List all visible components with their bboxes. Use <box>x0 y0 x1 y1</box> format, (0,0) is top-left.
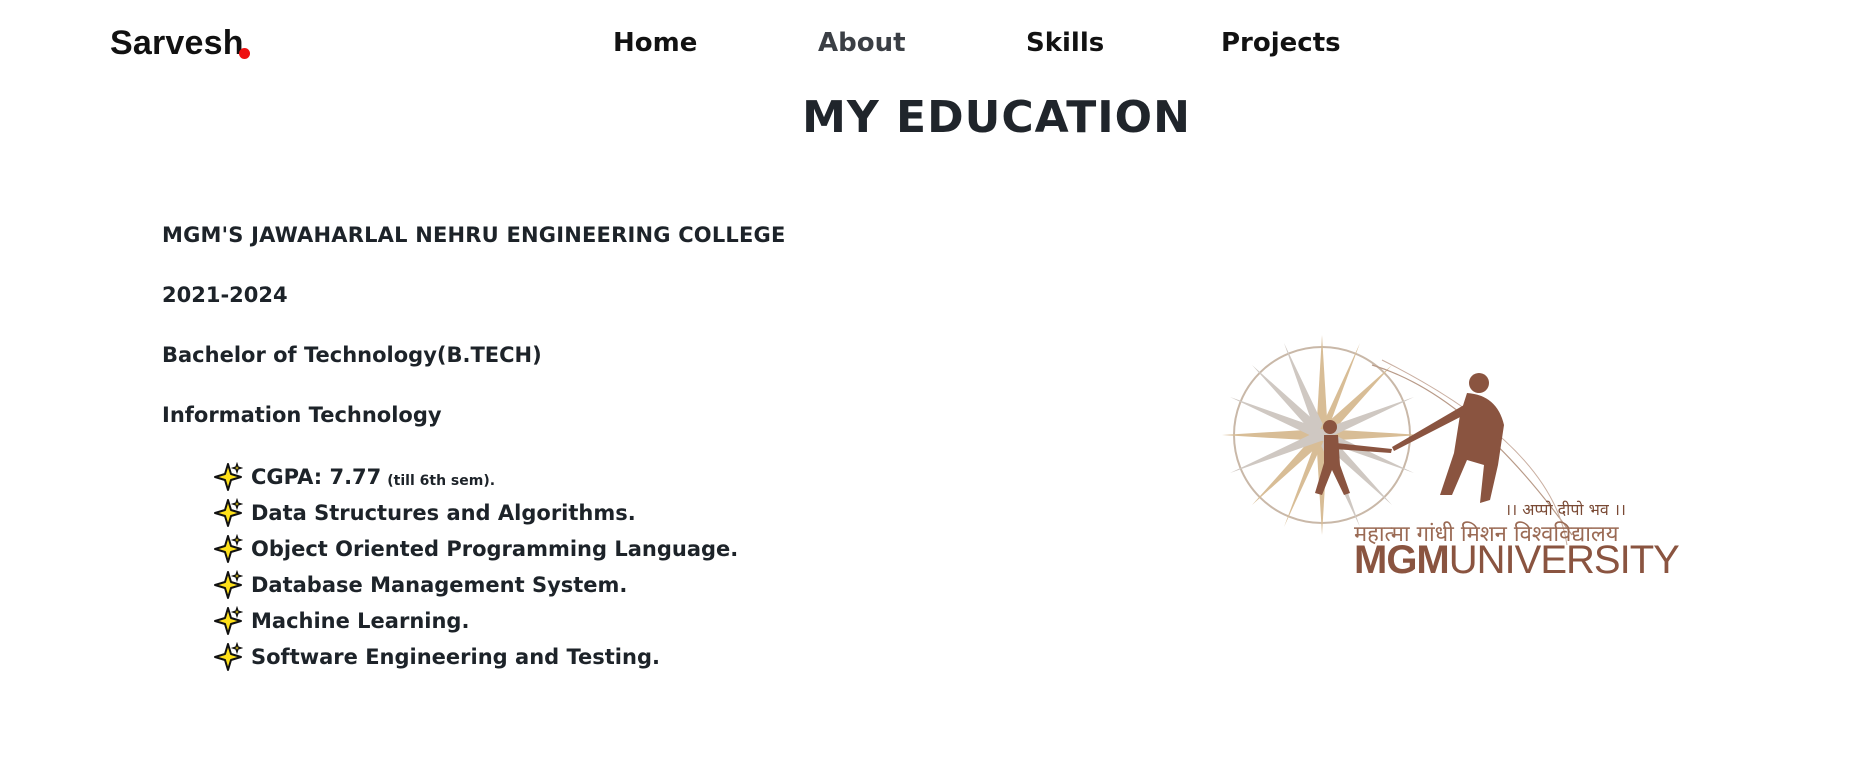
subject-label: Machine Learning. <box>251 609 470 633</box>
brand-logo[interactable]: Sarvesh <box>110 24 244 63</box>
list-item: Data Structures and Algorithms. <box>213 495 738 531</box>
section-title: My Education <box>802 92 1191 143</box>
degree-name: Bachelor of Technology(B.TECH) <box>162 343 542 367</box>
education-details: MGM'S JAWAHARLAL NEHRU ENGINEERING COLLE… <box>162 222 786 462</box>
college-name: MGM'S JAWAHARLAL NEHRU ENGINEERING COLLE… <box>162 223 786 247</box>
subject-label: Database Management System. <box>251 573 628 597</box>
sparkle-icon <box>214 642 243 671</box>
education-years: 2021-2024 <box>162 283 288 307</box>
navbar: Sarvesh Home About Skills Projects <box>0 0 1873 90</box>
list-item: Machine Learning. <box>213 603 738 639</box>
cgpa-note: (till 6th sem). <box>387 473 496 489</box>
nav-link-projects[interactable]: Projects <box>1221 28 1341 58</box>
subject-list: CGPA: 7.77 (till 6th sem). Data Structur… <box>213 459 738 675</box>
sparkle-icon <box>214 606 243 635</box>
logo-wordmark: MGMUNIVERSITY <box>1354 538 1680 583</box>
branch-name: Information Technology <box>162 403 442 427</box>
sparkle-icon <box>214 534 243 563</box>
sparkle-icon <box>214 498 243 527</box>
list-item-cgpa: CGPA: 7.77 (till 6th sem). <box>213 459 738 495</box>
walking-figure-icon <box>1392 373 1504 503</box>
subject-label: Data Structures and Algorithms. <box>251 501 636 525</box>
brand-dot-icon <box>239 48 250 59</box>
list-item: Object Oriented Programming Language. <box>213 531 738 567</box>
logo-word-bold: MGM <box>1354 538 1450 582</box>
sparkle-icon <box>214 570 243 599</box>
subject-label: Object Oriented Programming Language. <box>251 537 739 561</box>
nav-link-about[interactable]: About <box>818 28 906 58</box>
list-item: Database Management System. <box>213 567 738 603</box>
list-item: Software Engineering and Testing. <box>213 639 738 675</box>
sparkle-icon <box>214 462 243 491</box>
logo-word-light: UNIVERSITY <box>1448 538 1680 582</box>
logo-motto: ।। अप्पो दीपो भव ।। <box>1505 500 1626 519</box>
nav-link-skills[interactable]: Skills <box>1026 28 1104 58</box>
cgpa-value: CGPA: 7.77 <box>251 465 382 489</box>
nav-link-home[interactable]: Home <box>613 28 697 58</box>
subject-label: Software Engineering and Testing. <box>251 645 660 669</box>
